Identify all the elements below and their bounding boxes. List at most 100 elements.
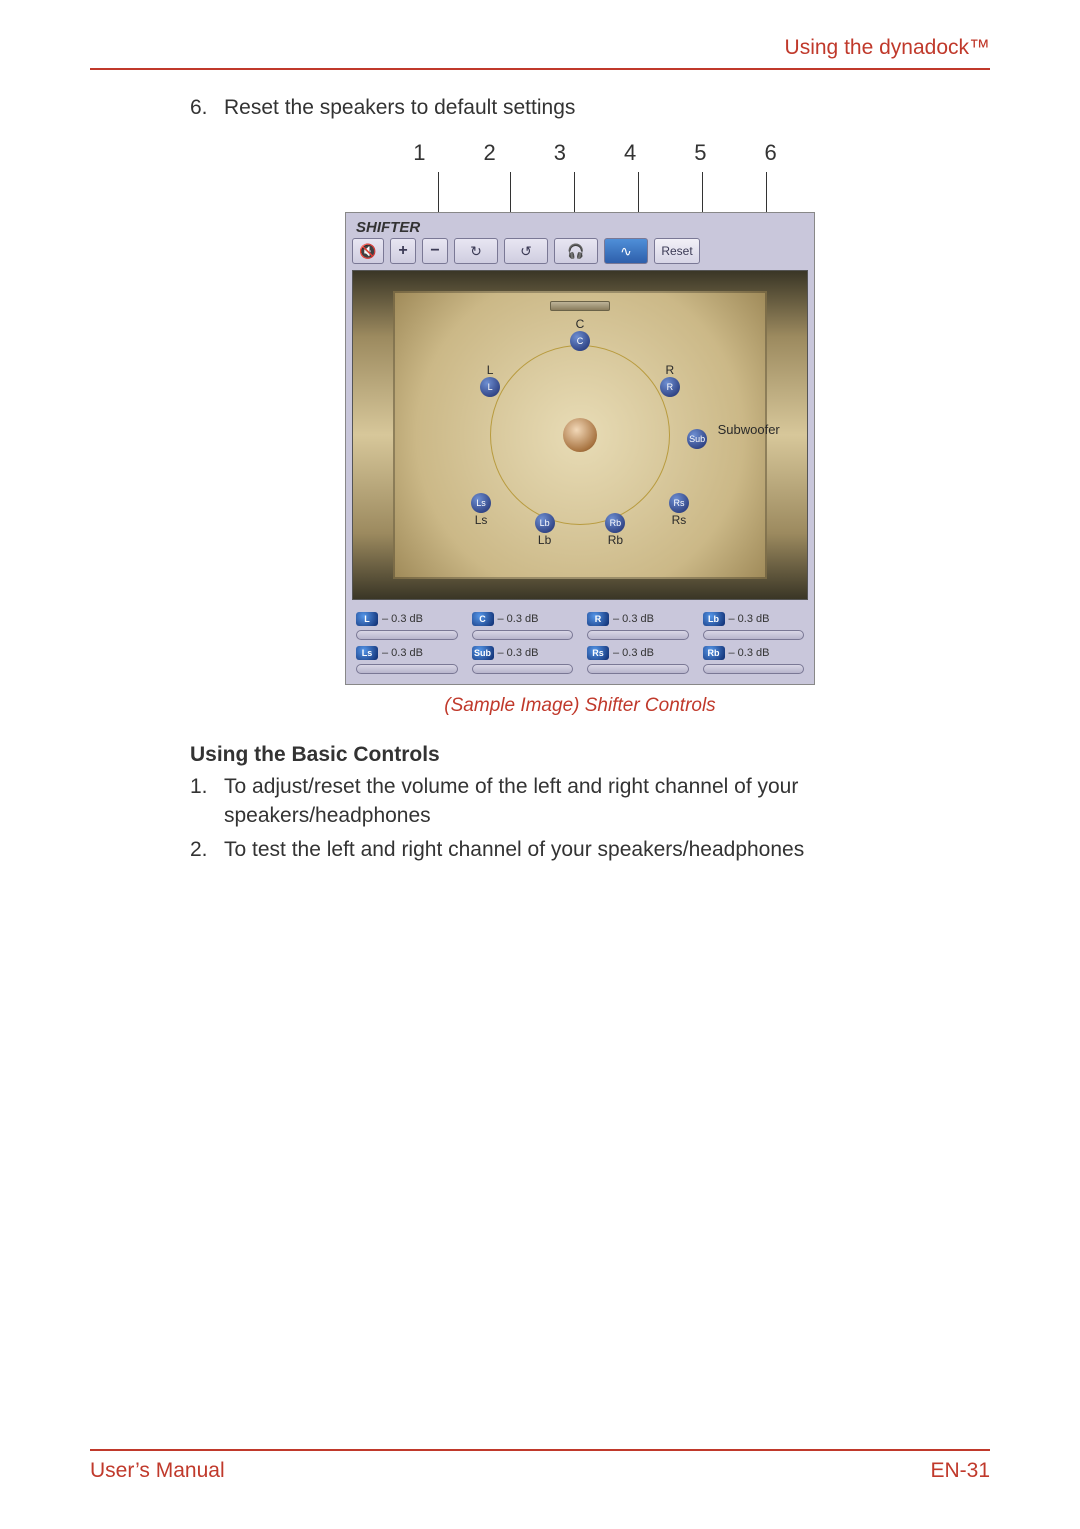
db-value: – 0.3 dB bbox=[729, 647, 770, 659]
basic-item-2-number: 2. bbox=[190, 836, 214, 864]
db-badge: L bbox=[356, 612, 378, 626]
db-value: – 0.3 dB bbox=[382, 647, 423, 659]
db-slider-Rb[interactable] bbox=[703, 664, 805, 674]
speaker-l-label: L bbox=[480, 363, 500, 377]
speaker-mute-icon: 🔇 bbox=[359, 243, 376, 260]
db-cell-Ls: Ls – 0.3 dB bbox=[356, 646, 458, 674]
db-cell-L: L – 0.3 dB bbox=[356, 612, 458, 640]
footer-rule bbox=[90, 1449, 990, 1451]
db-value: – 0.3 dB bbox=[613, 613, 654, 625]
step-6-text: Reset the speakers to default settings bbox=[224, 94, 575, 122]
speaker-c[interactable]: C C bbox=[570, 317, 590, 351]
mute-toggle[interactable]: 🔇 bbox=[352, 238, 384, 264]
speaker-rb-icon: Rb bbox=[605, 513, 625, 533]
speaker-l-icon: L bbox=[480, 377, 500, 397]
wave-icon: ∿ bbox=[620, 243, 632, 260]
zoom-out-button[interactable]: − bbox=[422, 238, 448, 264]
minus-icon: − bbox=[430, 242, 439, 260]
speaker-c-label: C bbox=[570, 317, 590, 331]
speaker-c-icon: C bbox=[570, 331, 590, 351]
db-badge: Ls bbox=[356, 646, 378, 660]
db-value: – 0.3 dB bbox=[382, 613, 423, 625]
db-cell-Rb: Rb – 0.3 dB bbox=[703, 646, 805, 674]
speaker-r-label: R bbox=[660, 363, 680, 377]
headphone-icon: 🎧 bbox=[567, 243, 584, 260]
rotate-ccw-button[interactable]: ↺ bbox=[504, 238, 548, 264]
callout-4: 4 bbox=[624, 140, 636, 166]
speaker-lb-label: Lb bbox=[535, 533, 555, 547]
basic-item-1-text: To adjust/reset the volume of the left a… bbox=[224, 773, 970, 830]
db-badge: Lb bbox=[703, 612, 725, 626]
callout-3: 3 bbox=[554, 140, 566, 166]
basic-item-2: 2. To test the left and right channel of… bbox=[190, 836, 970, 864]
speaker-rs[interactable]: Rs Rs bbox=[669, 493, 689, 527]
shifter-title: SHIFTER bbox=[352, 219, 808, 236]
shifter-toolbar: 🔇 + − ↻ ↺ bbox=[352, 238, 808, 264]
speaker-ls[interactable]: Ls Ls bbox=[471, 493, 491, 527]
speaker-rb[interactable]: Rb Rb bbox=[605, 513, 625, 547]
speaker-sub-icon: Sub bbox=[687, 429, 707, 449]
footer-left: User’s Manual bbox=[90, 1459, 225, 1483]
speaker-l[interactable]: L L bbox=[480, 363, 500, 397]
db-cell-C: C – 0.3 dB bbox=[472, 612, 574, 640]
basic-item-2-text: To test the left and right channel of yo… bbox=[224, 836, 804, 864]
center-bar-icon bbox=[550, 301, 610, 311]
speaker-r-icon: R bbox=[660, 377, 680, 397]
db-cell-Rs: Rs – 0.3 dB bbox=[587, 646, 689, 674]
wave-mode-button[interactable]: ∿ bbox=[604, 238, 648, 264]
step-6-number: 6. bbox=[190, 94, 214, 122]
speaker-r[interactable]: R R bbox=[660, 363, 680, 397]
db-slider-Ls[interactable] bbox=[356, 664, 458, 674]
speaker-sub[interactable]: Sub bbox=[687, 429, 707, 449]
rotate-ccw-icon: ↺ bbox=[520, 243, 532, 260]
callout-6: 6 bbox=[765, 140, 777, 166]
db-value: – 0.3 dB bbox=[729, 613, 770, 625]
db-badge: Rb bbox=[703, 646, 725, 660]
db-cell-Lb: Lb – 0.3 dB bbox=[703, 612, 805, 640]
zoom-in-button[interactable]: + bbox=[390, 238, 416, 264]
db-badge: R bbox=[587, 612, 609, 626]
db-badge: C bbox=[472, 612, 494, 626]
plus-icon: + bbox=[398, 242, 407, 260]
db-slider-R[interactable] bbox=[587, 630, 689, 640]
db-slider-Lb[interactable] bbox=[703, 630, 805, 640]
db-slider-Sub[interactable] bbox=[472, 664, 574, 674]
basic-controls-heading: Using the Basic Controls bbox=[190, 743, 970, 767]
step-6: 6. Reset the speakers to default setting… bbox=[190, 94, 970, 122]
callout-2: 2 bbox=[484, 140, 496, 166]
db-cell-R: R – 0.3 dB bbox=[587, 612, 689, 640]
rotate-cw-button[interactable]: ↻ bbox=[454, 238, 498, 264]
speaker-lb[interactable]: Lb Lb bbox=[535, 513, 555, 547]
header-rule bbox=[90, 68, 990, 70]
surround-view[interactable]: C C L L R R Sub bbox=[352, 270, 808, 600]
figure-caption: (Sample Image) Shifter Controls bbox=[190, 695, 970, 717]
page-header-section: Using the dynadock™ bbox=[90, 36, 990, 68]
callout-1: 1 bbox=[413, 140, 425, 166]
db-readout-grid: L– 0.3 dB C– 0.3 dB R– 0.3 dB Lb– 0 bbox=[352, 608, 808, 674]
callout-row: 1 2 3 4 5 6 bbox=[345, 140, 815, 166]
speaker-ls-icon: Ls bbox=[471, 493, 491, 513]
db-cell-Sub: Sub– 0.3 dB bbox=[472, 646, 574, 674]
headphone-mode-button[interactable]: 🎧 bbox=[554, 238, 598, 264]
db-badge: Sub bbox=[472, 646, 494, 660]
speaker-ls-label: Ls bbox=[471, 513, 491, 527]
callout-lines bbox=[350, 172, 810, 212]
db-value: – 0.3 dB bbox=[498, 613, 539, 625]
speaker-lb-icon: Lb bbox=[535, 513, 555, 533]
callout-5: 5 bbox=[694, 140, 706, 166]
db-slider-Rs[interactable] bbox=[587, 664, 689, 674]
reset-button[interactable]: Reset bbox=[654, 238, 700, 264]
rotate-cw-icon: ↻ bbox=[470, 243, 482, 260]
db-badge: Rs bbox=[587, 646, 609, 660]
footer-right: EN-31 bbox=[930, 1459, 990, 1483]
speaker-rs-icon: Rs bbox=[669, 493, 689, 513]
shifter-panel: SHIFTER 🔇 + − ↻ bbox=[345, 212, 815, 685]
db-slider-C[interactable] bbox=[472, 630, 574, 640]
basic-item-1: 1. To adjust/reset the volume of the lef… bbox=[190, 773, 970, 830]
subwoofer-label: Subwoofer bbox=[718, 422, 780, 437]
db-value: – 0.3 dB bbox=[613, 647, 654, 659]
basic-item-1-number: 1. bbox=[190, 773, 214, 830]
speaker-rb-label: Rb bbox=[605, 533, 625, 547]
speaker-rs-label: Rs bbox=[669, 513, 689, 527]
db-slider-L[interactable] bbox=[356, 630, 458, 640]
